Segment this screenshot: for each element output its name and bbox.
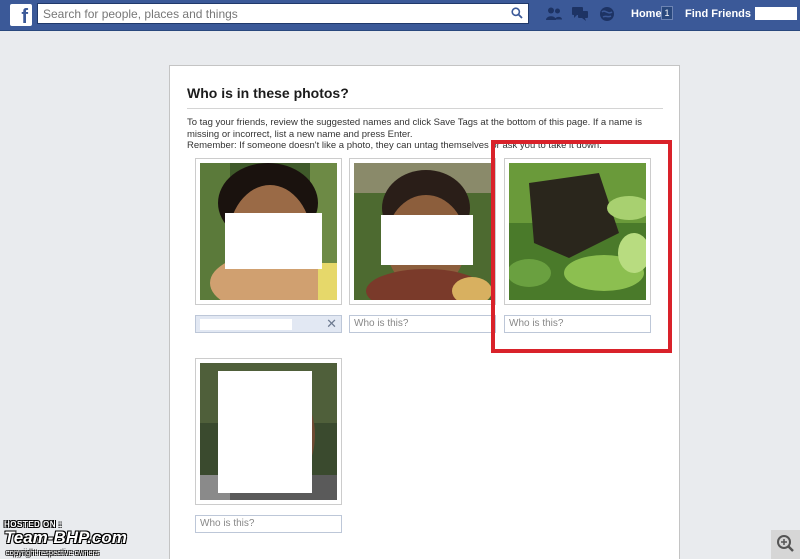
search-box — [37, 3, 529, 24]
photo-thumbnail-1[interactable] — [195, 158, 342, 305]
photo-thumbnail-2[interactable] — [349, 158, 496, 305]
profile-name-redacted[interactable] — [755, 7, 797, 20]
title-divider — [187, 108, 663, 109]
friend-requests-icon[interactable] — [545, 6, 563, 22]
tag-name-input-4[interactable]: Who is this? — [195, 515, 342, 533]
search-icon[interactable] — [511, 7, 523, 19]
messages-icon[interactable] — [571, 6, 589, 22]
face-redaction — [218, 371, 312, 493]
highlight-annotation-box — [491, 140, 672, 353]
face-redaction — [225, 213, 322, 269]
notifications-icon[interactable] — [598, 6, 616, 22]
face-redaction — [381, 215, 473, 265]
home-count-badge: 1 — [661, 6, 673, 20]
search-input[interactable] — [43, 4, 503, 23]
facebook-logo[interactable]: f — [10, 4, 32, 26]
tag-name-redacted — [200, 319, 292, 330]
tag-name-input-2[interactable]: Who is this? — [349, 315, 496, 333]
team-bhp-watermark: HOSTED ON : Team-BHP.com copyright respe… — [4, 520, 190, 558]
zoom-icon[interactable] — [771, 530, 800, 559]
dialog-title: Who is in these photos? — [187, 85, 349, 101]
remove-tag-icon[interactable]: ✕ — [326, 317, 337, 331]
top-navigation-bar: f Home 1 Find Friends — [0, 0, 800, 31]
photo-thumbnail-4[interactable] — [195, 358, 342, 505]
face-photo — [200, 363, 337, 500]
face-photo — [200, 163, 337, 300]
nav-find-friends-link[interactable]: Find Friends — [685, 8, 751, 20]
watermark-brand: Team-BHP.com — [4, 528, 127, 547]
watermark-copyright: copyright respective owners — [6, 548, 99, 557]
tag-token-1[interactable]: ✕ — [195, 315, 342, 333]
face-photo — [354, 163, 491, 300]
nav-home-link[interactable]: Home — [631, 8, 662, 20]
